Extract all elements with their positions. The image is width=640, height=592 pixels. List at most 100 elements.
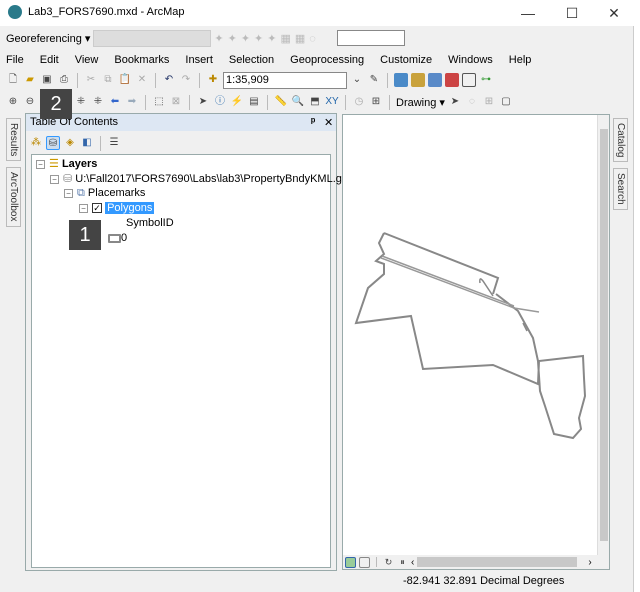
legend-entry[interactable]: 0 (108, 232, 127, 244)
close-button[interactable]: ✕ (594, 2, 634, 24)
minimize-button[interactable]: — (508, 2, 548, 24)
map-canvas[interactable] (343, 115, 598, 555)
save-icon[interactable]: ▣ (40, 73, 54, 87)
map-view[interactable]: ↻ ⏸ ‹ › (342, 114, 610, 570)
menu-selection[interactable]: Selection (229, 54, 274, 66)
redo-icon[interactable]: ↷ (179, 73, 193, 87)
scale-input[interactable]: 1:35,909 (223, 71, 347, 89)
select-elements-icon[interactable]: ➤ (196, 95, 210, 109)
layers-icon: ☰ (49, 158, 59, 170)
rotate-icon[interactable]: ◌ (465, 95, 479, 109)
menu-file[interactable]: File (6, 54, 24, 66)
catalog-window-icon[interactable] (411, 73, 425, 87)
zoom-out-icon[interactable]: ⊖ (23, 95, 37, 109)
new-icon[interactable]: 🗋 (6, 73, 20, 87)
layer-checkbox[interactable]: ✓ (92, 203, 102, 214)
options-icon[interactable]: ☰ (107, 136, 121, 150)
vertical-scrollbar[interactable] (597, 115, 609, 555)
menu-help[interactable]: Help (509, 54, 532, 66)
toc-window-icon[interactable] (394, 73, 408, 87)
delete-icon[interactable]: ✕ (135, 73, 149, 87)
zoom-element-icon[interactable]: ⊞ (482, 95, 496, 109)
arctoolbox-tab[interactable]: ArcToolbox (6, 167, 21, 227)
fixed-zoom-out-icon[interactable]: ⁜ (91, 95, 105, 109)
results-tab-label: Results (8, 123, 19, 157)
measure-icon[interactable]: 📏 (274, 95, 288, 109)
toc-tree: − ☰ Layers − ⛁ U:\Fall2017\FORS7690\Labs\l… (31, 154, 354, 568)
georef-layer-select[interactable] (93, 29, 212, 47)
refresh-icon[interactable]: ↻ (383, 557, 394, 568)
scale-dropdown-icon[interactable]: ⌄ (350, 73, 364, 87)
back-icon[interactable]: ⬅ (108, 95, 122, 109)
menu-geoprocessing[interactable]: Geoprocessing (290, 54, 364, 66)
right-dock: Catalog Search (613, 118, 628, 211)
feature-loop (479, 278, 528, 332)
search-window-icon[interactable] (428, 73, 442, 87)
list-by-drawing-order-icon[interactable]: ⁂ (29, 136, 43, 150)
menu-edit[interactable]: Edit (40, 54, 59, 66)
python-window-icon[interactable] (462, 73, 476, 87)
menu-view[interactable]: View (75, 54, 99, 66)
rectangle-icon[interactable]: ▢ (499, 95, 513, 109)
create-viewer-icon[interactable]: ⊞ (369, 95, 383, 109)
standard-toolbar: 🗋 ▰ ▣ ⎙ ✂ ⧉ 📋 ✕ ↶ ↷ ✚ 1:35,909 ⌄ ✎ ⊶ (0, 70, 634, 90)
maximize-button[interactable]: ☐ (552, 2, 592, 24)
menu-insert[interactable]: Insert (185, 54, 213, 66)
tree-polygons[interactable]: − ✓ Polygons (79, 202, 155, 214)
clear-selection-icon[interactable]: ⊠ (169, 95, 183, 109)
menu-customize[interactable]: Customize (380, 54, 432, 66)
georeferencing-dropdown[interactable]: Georeferencing ▾ (6, 32, 90, 45)
find-route-icon[interactable]: ⬒ (308, 95, 322, 109)
open-icon[interactable]: ▰ (23, 73, 37, 87)
copy-icon[interactable]: ⧉ (101, 73, 115, 87)
identify-icon[interactable]: ⓘ (213, 95, 227, 109)
results-tab[interactable]: Results (6, 118, 21, 162)
select-element-icon[interactable]: ➤ (448, 95, 462, 109)
tree-gdb[interactable]: − ⛁ U:\Fall2017\FORS7690\Labs\lab3\Proper… (50, 172, 354, 185)
modelbuilder-icon[interactable]: ⊶ (479, 73, 493, 87)
paste-icon[interactable]: 📋 (118, 73, 132, 87)
tools-toolbar: ⊕ ⊖ ✋ ● ⁜ ⁜ ⬅ ➡ ⬚ ⊠ ➤ ⓘ ⚡ ▤ 📏 🔍 ⬒ XY ◷ ⊞… (0, 92, 634, 112)
scroll-right-icon[interactable]: › (588, 557, 591, 568)
go-to-xy-icon[interactable]: XY (325, 95, 339, 109)
feature-dataset-icon: ⧉ (77, 187, 85, 199)
polygons-label[interactable]: Polygons (105, 202, 155, 214)
menu-windows[interactable]: Windows (448, 54, 493, 66)
left-dock: Results ArcToolbox (6, 118, 21, 227)
cut-icon[interactable]: ✂ (84, 73, 98, 87)
search-tab[interactable]: Search (613, 168, 628, 211)
georef-input[interactable] (336, 30, 405, 46)
scroll-left-icon[interactable]: ‹ (411, 557, 414, 568)
list-by-visibility-icon[interactable]: ◈ (63, 136, 77, 150)
toc-close-icon[interactable]: ✕ (324, 116, 333, 129)
list-by-selection-icon[interactable]: ◧ (80, 136, 94, 150)
editor-icon[interactable]: ✎ (367, 73, 381, 87)
select-features-icon[interactable]: ⬚ (152, 95, 166, 109)
vertical-scroll-thumb[interactable] (600, 129, 608, 541)
hyperlink-icon[interactable]: ⚡ (230, 95, 244, 109)
layout-view-icon[interactable] (359, 556, 370, 568)
pin-icon[interactable]: ᵖ (311, 116, 315, 128)
tree-layers[interactable]: − ☰ Layers (36, 157, 97, 170)
catalog-tab[interactable]: Catalog (613, 118, 628, 163)
add-data-icon[interactable]: ✚ (206, 73, 220, 87)
annotation-badge-1: 1 (69, 220, 101, 250)
arctoolbox-icon[interactable] (445, 73, 459, 87)
tree-placemarks[interactable]: − ⧉ Placemarks (64, 187, 145, 200)
forward-icon[interactable]: ➡ (125, 95, 139, 109)
time-slider-icon[interactable]: ◷ (352, 95, 366, 109)
horizontal-scroll-thumb[interactable] (417, 557, 578, 567)
print-icon[interactable]: ⎙ (57, 73, 71, 87)
find-icon[interactable]: 🔍 (291, 95, 305, 109)
pause-drawing-icon[interactable]: ⏸ (397, 557, 408, 568)
html-popup-icon[interactable]: ▤ (247, 95, 261, 109)
undo-icon[interactable]: ↶ (162, 73, 176, 87)
menu-bookmarks[interactable]: Bookmarks (114, 54, 169, 66)
status-bar: -82.941 32.891 Decimal Degrees (0, 573, 634, 592)
data-view-icon[interactable] (345, 556, 356, 568)
drawing-dropdown[interactable]: Drawing ▾ (396, 96, 445, 109)
arctoolbox-tab-label: ArcToolbox (8, 172, 19, 222)
zoom-in-icon[interactable]: ⊕ (6, 95, 20, 109)
fixed-zoom-in-icon[interactable]: ⁜ (74, 95, 88, 109)
list-by-source-icon[interactable]: ⛁ (46, 136, 60, 150)
